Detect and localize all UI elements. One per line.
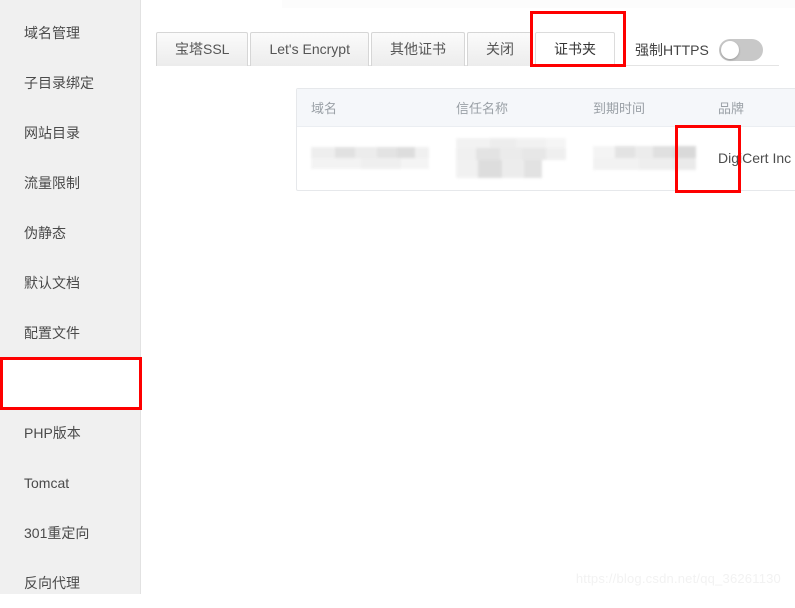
redacted-expire-time-value (593, 143, 696, 173)
sidebar-item-reverse-proxy[interactable]: 反向代理 (0, 558, 140, 608)
force-https-toggle[interactable] (718, 39, 763, 61)
sidebar-item-label: 301重定向 (24, 525, 90, 541)
sidebar-item-label: 配置文件 (24, 325, 80, 341)
sidebar-item-domain-management[interactable]: 域名管理 (0, 8, 140, 58)
sidebar-item-config-file[interactable]: 配置文件 (0, 308, 140, 358)
sidebar-item-301-redirect[interactable]: 301重定向 (0, 508, 140, 558)
sidebar-item-label: 网站目录 (24, 125, 80, 141)
tab-close[interactable]: 关闭 (466, 32, 533, 66)
tab-other-certificate[interactable]: 其他证书 (370, 32, 465, 66)
ssl-panel: 宝塔SSL Let's Encrypt 其他证书 关闭 证书夹 强制HTTPS (141, 0, 795, 594)
tab-label: 宝塔SSL (175, 41, 230, 57)
sidebar-item-label: 默认文档 (24, 275, 80, 291)
toggle-knob-icon (720, 41, 739, 59)
tab-lets-encrypt[interactable]: Let's Encrypt (250, 32, 369, 66)
force-https-control: 强制HTTPS (635, 39, 763, 61)
tab-certificate-folder[interactable]: 证书夹 (534, 32, 615, 66)
column-header-brand: 品牌 (704, 89, 795, 127)
sidebar-item-subdirectory-binding[interactable]: 子目录绑定 (0, 58, 140, 108)
cell-domain (297, 126, 442, 190)
certificate-table: 域名 信任名称 到期时间 品牌 操作 (296, 88, 795, 191)
force-https-label: 强制HTTPS (634, 42, 709, 58)
sidebar-item-php-version[interactable]: PHP版本 (0, 408, 140, 458)
cell-trust-name (442, 126, 579, 190)
sidebar-item-label: 流量限制 (24, 175, 80, 191)
column-header-domain: 域名 (297, 89, 442, 127)
sidebar-item-label: 子目录绑定 (24, 75, 94, 91)
bt-panel-site-settings: 域名管理 子目录绑定 网站目录 流量限制 伪静态 默认文档 配置文件 SSL P… (0, 0, 795, 594)
sidebar-item-site-directory[interactable]: 网站目录 (0, 108, 140, 158)
watermark-text: https://blog.csdn.net/qq_36261130 (575, 571, 781, 586)
column-header-trust-name: 信任名称 (442, 89, 579, 127)
ssl-tab-bar: 宝塔SSL Let's Encrypt 其他证书 关闭 证书夹 强制HTTPS (156, 25, 779, 66)
redacted-trust-name-value (456, 138, 566, 179)
top-strip (282, 0, 795, 8)
table-header-row: 域名 信任名称 到期时间 品牌 操作 (297, 89, 795, 127)
tab-label: Let's Encrypt (269, 41, 350, 57)
sidebar-item-label: 域名管理 (24, 25, 80, 41)
settings-sidebar: 域名管理 子目录绑定 网站目录 流量限制 伪静态 默认文档 配置文件 SSL P… (0, 0, 141, 594)
tab-label: 关闭 (485, 41, 514, 57)
tab-label: 证书夹 (553, 41, 596, 57)
column-header-expire-time: 到期时间 (579, 89, 704, 127)
sidebar-item-tomcat[interactable]: Tomcat (0, 458, 140, 508)
sidebar-item-label: 反向代理 (24, 575, 80, 591)
tab-bt-ssl[interactable]: 宝塔SSL (156, 32, 249, 66)
sidebar-item-traffic-limit[interactable]: 流量限制 (0, 158, 140, 208)
sidebar-item-label: 伪静态 (24, 225, 66, 241)
cell-expire-time (579, 126, 704, 190)
tab-label: 其他证书 (389, 41, 446, 57)
redacted-domain-value (311, 143, 429, 173)
sidebar-active-highlight (0, 358, 140, 409)
sidebar-item-label: Tomcat (24, 475, 70, 491)
sidebar-item-default-document[interactable]: 默认文档 (0, 258, 140, 308)
sidebar-item-rewrite[interactable]: 伪静态 (0, 208, 140, 258)
table-row: DigiCert Inc 部署 | 删除 (297, 126, 795, 190)
sidebar-item-label: PHP版本 (24, 425, 81, 441)
cell-brand: DigiCert Inc (718, 150, 792, 167)
